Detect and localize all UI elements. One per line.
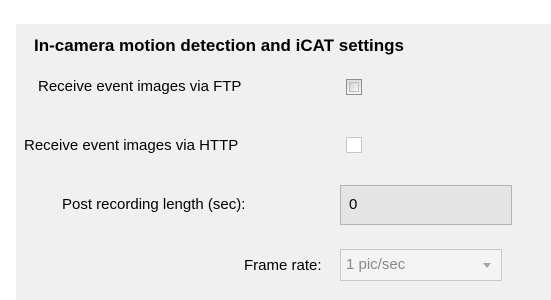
http-label: Receive event images via HTTP [24,137,239,154]
frame-rate-label: Frame rate: [244,257,322,274]
chevron-down-icon [483,263,491,268]
post-recording-label: Post recording length (sec): [62,196,246,213]
ftp-checkbox[interactable] [346,79,362,95]
frame-rate-value: 1 pic/sec [346,256,406,273]
ftp-label: Receive event images via FTP [38,78,242,95]
section-title: In-camera motion detection and iCAT sett… [34,36,404,55]
frame-rate-select[interactable]: 1 pic/sec [340,249,502,281]
post-recording-input[interactable]: 0 [340,185,512,225]
http-checkbox[interactable] [346,137,362,153]
